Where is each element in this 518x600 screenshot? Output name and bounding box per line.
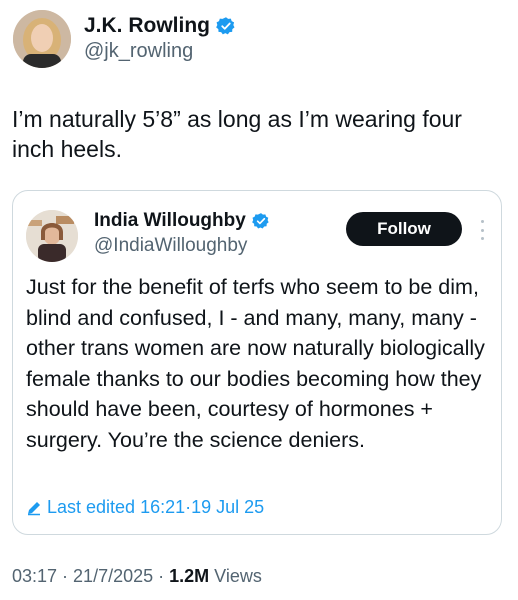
verified-badge-icon xyxy=(216,17,235,35)
author-name-text[interactable]: J.K. Rowling xyxy=(84,14,210,38)
quoted-author-avatar[interactable] xyxy=(26,210,78,262)
views-label: Views xyxy=(209,566,262,586)
quoted-author-name-text[interactable]: India Willoughby xyxy=(94,210,246,232)
author-name[interactable]: J.K. Rowling xyxy=(84,14,236,38)
quoted-tweet-text: Just for the benefit of terfs who seem t… xyxy=(26,275,485,452)
author-handle[interactable]: @jk_rowling xyxy=(84,40,193,63)
author-avatar[interactable] xyxy=(13,10,71,68)
views-count[interactable]: 1.2M xyxy=(169,566,209,586)
tweet-text: I’m naturally 5’8” as long as I’m wearin… xyxy=(12,106,462,162)
pencil-icon xyxy=(28,501,40,515)
follow-button[interactable]: Follow xyxy=(346,212,462,246)
tweet-meta: 03:17 · 21/7/2025 · 1.2M Views xyxy=(12,566,262,587)
tweet-date[interactable]: 21/7/2025 xyxy=(73,566,153,586)
tweet-time[interactable]: 03:17 xyxy=(12,566,57,586)
last-edited-date[interactable]: 19 Jul 25 xyxy=(191,497,264,518)
quoted-author-handle[interactable]: @IndiaWilloughby xyxy=(94,235,247,257)
meta-separator: · xyxy=(57,566,74,586)
quoted-author-name[interactable]: India Willoughby xyxy=(94,210,270,232)
last-edited-label[interactable]: Last edited 16:21 xyxy=(47,497,185,518)
verified-badge-icon xyxy=(251,213,269,229)
last-edited-link[interactable]: Last edited 16:21 · 19 Jul 25 xyxy=(26,497,264,518)
meta-separator: · xyxy=(153,566,170,586)
more-options-icon[interactable] xyxy=(478,220,486,240)
